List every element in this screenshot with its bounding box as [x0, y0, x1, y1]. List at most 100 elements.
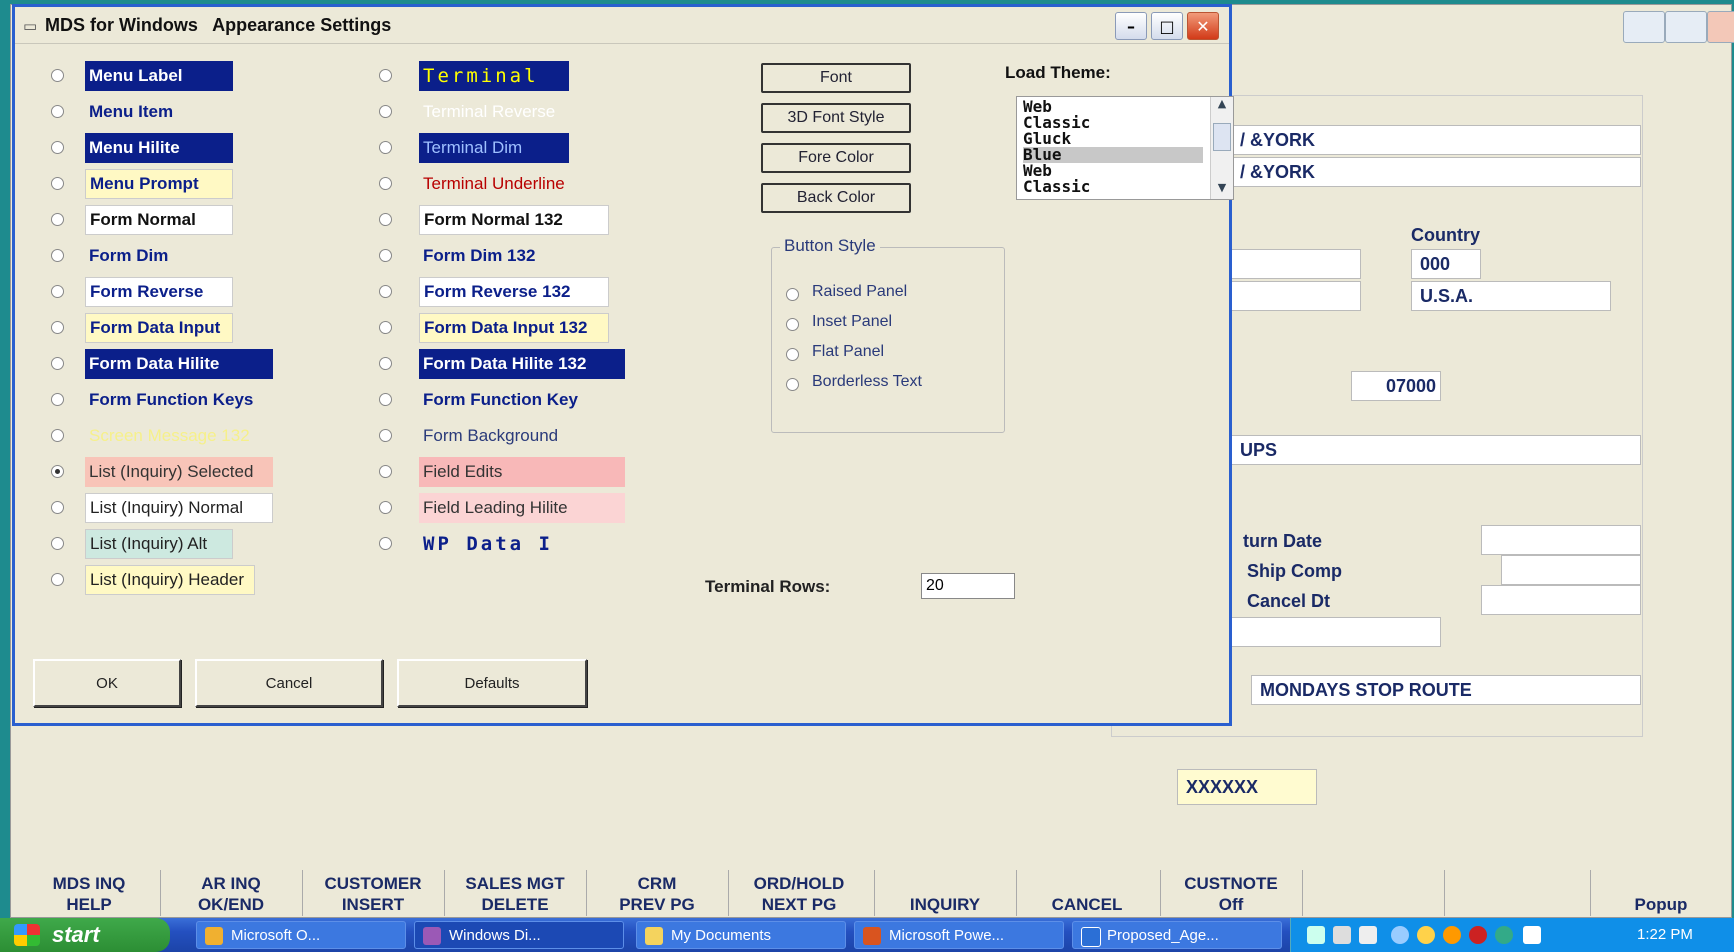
fkey-ord-hold[interactable]: ORD/HOLD: [728, 874, 870, 894]
fkey-ar-inq[interactable]: AR INQ: [160, 874, 302, 894]
bg-route-field[interactable]: MONDAYS STOP ROUTE: [1251, 675, 1641, 705]
bg-city-field[interactable]: [1231, 249, 1361, 279]
borderless-text-radio[interactable]: [786, 378, 799, 391]
bg-return-date-field[interactable]: [1481, 525, 1641, 555]
color-item-radio[interactable]: [51, 429, 64, 442]
bg-ship-via-field[interactable]: UPS: [1231, 435, 1641, 465]
close-button[interactable]: ✕: [1187, 12, 1219, 40]
fkey-sales-mgt[interactable]: SALES MGT: [444, 874, 586, 894]
theme-option[interactable]: Classic: [1023, 179, 1203, 195]
color-item-swatch[interactable]: Form Function Keys: [85, 385, 273, 415]
tray-icon[interactable]: [1417, 926, 1435, 944]
color-item-swatch[interactable]: Form Data Hilite: [85, 349, 273, 379]
color-item-swatch[interactable]: Form Data Input: [85, 313, 233, 343]
minimize-button[interactable]: –: [1115, 12, 1147, 40]
color-item-swatch[interactable]: List (Inquiry) Header: [85, 565, 255, 595]
color-item-swatch[interactable]: Menu Prompt: [85, 169, 233, 199]
terminal-rows-input[interactable]: 20: [921, 573, 1015, 599]
raised-panel-radio[interactable]: [786, 288, 799, 301]
color-item-radio[interactable]: [379, 213, 392, 226]
color-item-radio[interactable]: [379, 501, 392, 514]
color-item-radio[interactable]: [51, 249, 64, 262]
fkey-custnote[interactable]: CUSTNOTE: [1160, 874, 1302, 894]
taskbar-item-powerpoint[interactable]: Microsoft Powe...: [854, 921, 1064, 949]
fkey-off[interactable]: Off: [1160, 895, 1302, 915]
color-item-radio[interactable]: [51, 285, 64, 298]
color-item-swatch[interactable]: Menu Hilite: [85, 133, 233, 163]
color-item-swatch[interactable]: Form Dim 132: [419, 241, 609, 271]
color-item-radio[interactable]: [51, 69, 64, 82]
color-item-swatch[interactable]: Form Normal: [85, 205, 233, 235]
tray-icon[interactable]: [1469, 926, 1487, 944]
color-item-radio[interactable]: [379, 321, 392, 334]
color-item-radio[interactable]: [51, 321, 64, 334]
taskbar-item-my-documents[interactable]: My Documents: [636, 921, 846, 949]
dialog-title-bar[interactable]: ▭ MDS for Windows Appearance Settings – …: [15, 7, 1229, 44]
bg-address-field-2[interactable]: / &YORK: [1231, 157, 1641, 187]
color-item-swatch[interactable]: Form Reverse: [85, 277, 233, 307]
bg-ship-comp-field[interactable]: [1501, 555, 1641, 585]
theme-scrollbar[interactable]: ▲ ▼: [1210, 97, 1233, 199]
defaults-button[interactable]: Defaults: [397, 659, 587, 707]
color-item-radio[interactable]: [379, 393, 392, 406]
color-item-radio[interactable]: [379, 429, 392, 442]
clock[interactable]: 1:22 PM: [1637, 926, 1693, 943]
color-item-radio[interactable]: [379, 105, 392, 118]
color-item-swatch[interactable]: List (Inquiry) Selected: [85, 457, 273, 487]
tray-icon[interactable]: [1333, 926, 1351, 944]
color-item-radio[interactable]: [51, 177, 64, 190]
color-item-swatch[interactable]: Form Dim: [85, 241, 233, 271]
taskbar-item-proposed[interactable]: Proposed_Age...: [1072, 921, 1282, 949]
scroll-up-icon[interactable]: ▲: [1211, 97, 1233, 115]
color-item-radio[interactable]: [379, 141, 392, 154]
color-item-radio[interactable]: [379, 285, 392, 298]
color-item-radio[interactable]: [51, 573, 64, 586]
bg-code-field[interactable]: XXXXXX: [1177, 769, 1317, 805]
bg-maximize-button[interactable]: [1665, 11, 1707, 43]
color-item-swatch[interactable]: Terminal Reverse: [419, 97, 569, 127]
color-item-radio[interactable]: [51, 141, 64, 154]
fkey-mds-inq[interactable]: MDS INQ: [18, 874, 160, 894]
color-item-radio[interactable]: [379, 537, 392, 550]
color-item-radio[interactable]: [51, 537, 64, 550]
tray-icon[interactable]: [1443, 926, 1461, 944]
fkey-popup[interactable]: Popup: [1590, 895, 1732, 915]
fkey-cancel[interactable]: CANCEL: [1016, 895, 1158, 915]
fore-color-button[interactable]: Fore Color: [761, 143, 911, 173]
bg-cancel-dt-field[interactable]: [1481, 585, 1641, 615]
tray-icon[interactable]: [1495, 926, 1513, 944]
load-theme-listbox[interactable]: Web Classic Gluck Blue Web Classic ▲ ▼: [1016, 96, 1234, 200]
color-item-swatch[interactable]: Form Normal 132: [419, 205, 609, 235]
taskbar-item-microsoft-outlook[interactable]: Microsoft O...: [196, 921, 406, 949]
color-item-radio[interactable]: [51, 213, 64, 226]
scroll-down-icon[interactable]: ▼: [1211, 181, 1233, 199]
color-item-swatch[interactable]: Form Reverse 132: [419, 277, 609, 307]
color-item-swatch[interactable]: Form Function Key: [419, 385, 625, 415]
color-item-radio[interactable]: [51, 393, 64, 406]
fkey-ok-end[interactable]: OK/END: [160, 895, 302, 915]
font-3d-style-button[interactable]: 3D Font Style: [761, 103, 911, 133]
color-item-swatch[interactable]: Terminal: [419, 61, 569, 91]
color-item-swatch[interactable]: List (Inquiry) Normal: [85, 493, 273, 523]
color-item-swatch[interactable]: Form Background: [419, 421, 625, 451]
fkey-crm[interactable]: CRM: [586, 874, 728, 894]
color-item-radio[interactable]: [379, 357, 392, 370]
back-color-button[interactable]: Back Color: [761, 183, 911, 213]
color-item-swatch[interactable]: WP Data I: [419, 529, 569, 559]
color-item-radio[interactable]: [379, 177, 392, 190]
color-item-swatch[interactable]: Form Data Input 132: [419, 313, 609, 343]
color-item-radio[interactable]: [379, 249, 392, 262]
fkey-next-pg[interactable]: NEXT PG: [728, 895, 870, 915]
color-item-swatch[interactable]: Terminal Underline: [419, 169, 569, 199]
color-item-radio[interactable]: [379, 69, 392, 82]
color-item-swatch[interactable]: Field Leading Hilite: [419, 493, 625, 523]
taskbar-item-windows[interactable]: Windows Di...: [414, 921, 624, 949]
color-item-radio[interactable]: [51, 105, 64, 118]
color-item-radio[interactable]: [51, 501, 64, 514]
bg-address-field-1[interactable]: / &YORK: [1231, 125, 1641, 155]
color-item-swatch[interactable]: Menu Item: [85, 97, 233, 127]
fkey-inquiry[interactable]: INQUIRY: [874, 895, 1016, 915]
cancel-button[interactable]: Cancel: [195, 659, 383, 707]
color-item-swatch[interactable]: Form Data Hilite 132: [419, 349, 625, 379]
color-item-swatch[interactable]: Field Edits: [419, 457, 625, 487]
